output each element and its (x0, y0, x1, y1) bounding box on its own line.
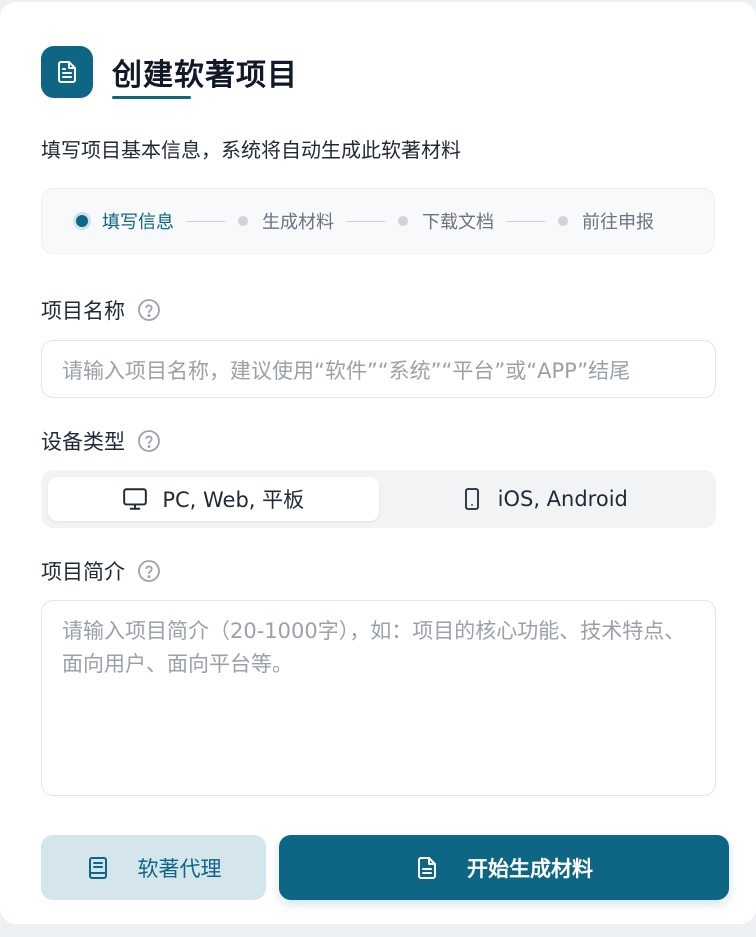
help-icon[interactable] (137, 559, 161, 583)
step-download: 下载文档 (398, 208, 494, 234)
field-label: 设备类型 (41, 430, 125, 454)
header: 创建软著项目 (41, 46, 298, 98)
project-intro-textarea[interactable]: 请输入项目简介（20-1000字），如：项目的核心功能、技术特点、面向用户、面向… (41, 600, 716, 796)
project-name-input[interactable]: 请输入项目名称，建议使用“软件”“系统”“平台”或“APP”结尾 (41, 340, 716, 398)
document-icon (418, 856, 436, 879)
book-icon (88, 856, 107, 879)
page-title: 创建软著项目 (112, 58, 298, 93)
device-type-selector: PC, Web, 平板 iOS, Android (41, 470, 716, 528)
step-dot (398, 216, 408, 226)
help-icon[interactable] (137, 298, 161, 322)
device-option-label: iOS, Android (497, 487, 628, 511)
help-icon[interactable] (137, 429, 161, 453)
step-generate: 生成材料 (238, 208, 334, 234)
step-dot (558, 216, 568, 226)
device-option-label: PC, Web, 平板 (162, 488, 305, 512)
project-name-label: 项目名称 (41, 295, 161, 325)
step-label: 下载文档 (422, 212, 494, 233)
project-intro-label: 项目简介 (41, 556, 161, 586)
button-label: 开始生成材料 (467, 856, 593, 881)
smartphone-icon (464, 488, 479, 510)
step-dot-active (76, 215, 88, 227)
device-type-label: 设备类型 (41, 426, 161, 456)
progress-steps: 填写信息 生成材料 下载文档 前往申报 (41, 188, 715, 254)
project-intro-placeholder: 请输入项目简介（20-1000字），如：项目的核心功能、技术特点、面向用户、面向… (62, 619, 686, 676)
document-icon (41, 46, 93, 98)
page-subtitle: 填写项目基本信息，系统将自动生成此软著材料 (41, 138, 461, 162)
monitor-icon (123, 488, 148, 510)
step-connector (507, 220, 545, 222)
device-option-mobile[interactable]: iOS, Android (379, 477, 710, 521)
step-submit: 前往申报 (558, 208, 654, 234)
copyright-agent-button[interactable]: 软著代理 (41, 835, 266, 900)
device-option-pc[interactable]: PC, Web, 平板 (48, 477, 379, 521)
title-underline (112, 96, 191, 99)
create-project-card: 创建软著项目 填写项目基本信息，系统将自动生成此软著材料 填写信息 生成材料 下… (0, 2, 756, 924)
step-dot (238, 216, 248, 226)
step-label: 填写信息 (102, 212, 174, 233)
step-label: 前往申报 (582, 212, 654, 233)
start-generate-button[interactable]: 开始生成材料 (279, 835, 729, 900)
field-label: 项目简介 (41, 560, 125, 584)
step-connector (347, 220, 385, 222)
step-label: 生成材料 (262, 212, 334, 233)
step-connector (187, 220, 225, 222)
field-label: 项目名称 (41, 299, 125, 323)
button-label: 软著代理 (137, 856, 222, 881)
project-name-placeholder: 请输入项目名称，建议使用“软件”“系统”“平台”或“APP”结尾 (62, 359, 631, 383)
step-fill-info: 填写信息 (76, 208, 174, 234)
